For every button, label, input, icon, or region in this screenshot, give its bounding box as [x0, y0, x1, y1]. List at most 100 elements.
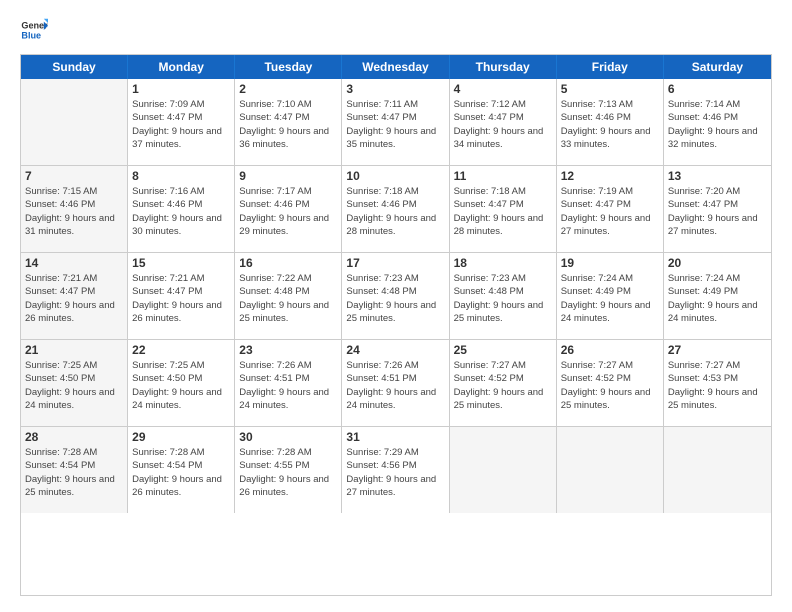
day-info: Sunrise: 7:29 AMSunset: 4:56 PMDaylight:… [346, 446, 444, 499]
day-number: 11 [454, 169, 552, 183]
day-number: 6 [668, 82, 767, 96]
day-number: 24 [346, 343, 444, 357]
day-info: Sunrise: 7:24 AMSunset: 4:49 PMDaylight:… [561, 272, 659, 325]
day-number: 1 [132, 82, 230, 96]
calendar-cell: 9Sunrise: 7:17 AMSunset: 4:46 PMDaylight… [235, 166, 342, 252]
day-info: Sunrise: 7:26 AMSunset: 4:51 PMDaylight:… [239, 359, 337, 412]
day-number: 5 [561, 82, 659, 96]
day-info: Sunrise: 7:21 AMSunset: 4:47 PMDaylight:… [132, 272, 230, 325]
day-info: Sunrise: 7:15 AMSunset: 4:46 PMDaylight:… [25, 185, 123, 238]
day-info: Sunrise: 7:27 AMSunset: 4:52 PMDaylight:… [454, 359, 552, 412]
day-info: Sunrise: 7:28 AMSunset: 4:54 PMDaylight:… [132, 446, 230, 499]
day-info: Sunrise: 7:28 AMSunset: 4:54 PMDaylight:… [25, 446, 123, 499]
calendar-cell [557, 427, 664, 513]
day-info: Sunrise: 7:18 AMSunset: 4:46 PMDaylight:… [346, 185, 444, 238]
day-number: 4 [454, 82, 552, 96]
calendar-cell: 5 Sunrise: 7:13 AMSunset: 4:46 PMDaylight… [557, 79, 664, 165]
day-number: 17 [346, 256, 444, 270]
weekday-header: Thursday [450, 55, 557, 79]
calendar-week-row: 1 Sunrise: 7:09 AMSunset: 4:47 PMDaylight… [21, 79, 771, 166]
day-info: Sunrise: 7:23 AMSunset: 4:48 PMDaylight:… [454, 272, 552, 325]
calendar-cell: 3 Sunrise: 7:11 AMSunset: 4:47 PMDaylight… [342, 79, 449, 165]
calendar-cell: 30 Sunrise: 7:28 AMSunset: 4:55 PMDayligh… [235, 427, 342, 513]
day-number: 21 [25, 343, 123, 357]
day-info: Sunrise: 7:10 AMSunset: 4:47 PMDaylight:… [239, 98, 337, 151]
calendar-header: SundayMondayTuesdayWednesdayThursdayFrid… [21, 55, 771, 79]
day-info: Sunrise: 7:13 AMSunset: 4:46 PMDaylight:… [561, 98, 659, 151]
weekday-header: Tuesday [235, 55, 342, 79]
calendar-cell: 10 Sunrise: 7:18 AMSunset: 4:46 PMDayligh… [342, 166, 449, 252]
day-number: 10 [346, 169, 444, 183]
day-number: 2 [239, 82, 337, 96]
day-info: Sunrise: 7:19 AMSunset: 4:47 PMDaylight:… [561, 185, 659, 238]
day-number: 19 [561, 256, 659, 270]
logo: General Blue [20, 16, 48, 44]
day-number: 26 [561, 343, 659, 357]
calendar-cell: 11 Sunrise: 7:18 AMSunset: 4:47 PMDayligh… [450, 166, 557, 252]
day-number: 20 [668, 256, 767, 270]
calendar-cell: 25Sunrise: 7:27 AMSunset: 4:52 PMDayligh… [450, 340, 557, 426]
day-number: 13 [668, 169, 767, 183]
calendar-cell: 18 Sunrise: 7:23 AMSunset: 4:48 PMDayligh… [450, 253, 557, 339]
day-info: Sunrise: 7:28 AMSunset: 4:55 PMDaylight:… [239, 446, 337, 499]
calendar-cell: 27Sunrise: 7:27 AMSunset: 4:53 PMDayligh… [664, 340, 771, 426]
day-info: Sunrise: 7:26 AMSunset: 4:51 PMDaylight:… [346, 359, 444, 412]
day-info: Sunrise: 7:21 AMSunset: 4:47 PMDaylight:… [25, 272, 123, 325]
day-info: Sunrise: 7:24 AMSunset: 4:49 PMDaylight:… [668, 272, 767, 325]
calendar-week-row: 14 Sunrise: 7:21 AMSunset: 4:47 PMDayligh… [21, 253, 771, 340]
calendar-cell: 21Sunrise: 7:25 AMSunset: 4:50 PMDayligh… [21, 340, 128, 426]
day-number: 29 [132, 430, 230, 444]
header: General Blue [20, 16, 772, 44]
day-info: Sunrise: 7:16 AMSunset: 4:46 PMDaylight:… [132, 185, 230, 238]
calendar-cell: 15Sunrise: 7:21 AMSunset: 4:47 PMDayligh… [128, 253, 235, 339]
calendar-cell: 16 Sunrise: 7:22 AMSunset: 4:48 PMDayligh… [235, 253, 342, 339]
calendar-cell: 1 Sunrise: 7:09 AMSunset: 4:47 PMDaylight… [128, 79, 235, 165]
day-number: 22 [132, 343, 230, 357]
calendar-body: 1 Sunrise: 7:09 AMSunset: 4:47 PMDaylight… [21, 79, 771, 513]
day-number: 18 [454, 256, 552, 270]
svg-text:Blue: Blue [21, 30, 41, 40]
calendar-week-row: 7 Sunrise: 7:15 AMSunset: 4:46 PMDaylight… [21, 166, 771, 253]
day-info: Sunrise: 7:11 AMSunset: 4:47 PMDaylight:… [346, 98, 444, 151]
calendar-cell [21, 79, 128, 165]
day-info: Sunrise: 7:17 AMSunset: 4:46 PMDaylight:… [239, 185, 337, 238]
calendar-cell: 4Sunrise: 7:12 AMSunset: 4:47 PMDaylight… [450, 79, 557, 165]
day-number: 30 [239, 430, 337, 444]
calendar-week-row: 28 Sunrise: 7:28 AMSunset: 4:54 PMDayligh… [21, 427, 771, 513]
day-number: 14 [25, 256, 123, 270]
day-info: Sunrise: 7:23 AMSunset: 4:48 PMDaylight:… [346, 272, 444, 325]
day-number: 3 [346, 82, 444, 96]
calendar-cell: 26 Sunrise: 7:27 AMSunset: 4:52 PMDayligh… [557, 340, 664, 426]
day-info: Sunrise: 7:14 AMSunset: 4:46 PMDaylight:… [668, 98, 767, 151]
day-info: Sunrise: 7:20 AMSunset: 4:47 PMDaylight:… [668, 185, 767, 238]
logo-icon: General Blue [20, 16, 48, 44]
day-number: 8 [132, 169, 230, 183]
day-number: 28 [25, 430, 123, 444]
day-info: Sunrise: 7:25 AMSunset: 4:50 PMDaylight:… [132, 359, 230, 412]
calendar-cell: 6 Sunrise: 7:14 AMSunset: 4:46 PMDaylight… [664, 79, 771, 165]
calendar-cell: 12Sunrise: 7:19 AMSunset: 4:47 PMDayligh… [557, 166, 664, 252]
day-info: Sunrise: 7:22 AMSunset: 4:48 PMDaylight:… [239, 272, 337, 325]
calendar-cell: 19 Sunrise: 7:24 AMSunset: 4:49 PMDayligh… [557, 253, 664, 339]
calendar-cell: 22 Sunrise: 7:25 AMSunset: 4:50 PMDayligh… [128, 340, 235, 426]
day-number: 16 [239, 256, 337, 270]
calendar-cell: 17 Sunrise: 7:23 AMSunset: 4:48 PMDayligh… [342, 253, 449, 339]
calendar-cell: 28 Sunrise: 7:28 AMSunset: 4:54 PMDayligh… [21, 427, 128, 513]
weekday-header: Wednesday [342, 55, 449, 79]
day-number: 7 [25, 169, 123, 183]
day-info: Sunrise: 7:27 AMSunset: 4:52 PMDaylight:… [561, 359, 659, 412]
calendar-cell: 23 Sunrise: 7:26 AMSunset: 4:51 PMDayligh… [235, 340, 342, 426]
calendar-cell: 24 Sunrise: 7:26 AMSunset: 4:51 PMDayligh… [342, 340, 449, 426]
calendar-cell: 20 Sunrise: 7:24 AMSunset: 4:49 PMDayligh… [664, 253, 771, 339]
weekday-header: Saturday [664, 55, 771, 79]
calendar-cell: 7 Sunrise: 7:15 AMSunset: 4:46 PMDaylight… [21, 166, 128, 252]
calendar-cell: 2 Sunrise: 7:10 AMSunset: 4:47 PMDaylight… [235, 79, 342, 165]
day-info: Sunrise: 7:09 AMSunset: 4:47 PMDaylight:… [132, 98, 230, 151]
calendar-cell [450, 427, 557, 513]
day-info: Sunrise: 7:18 AMSunset: 4:47 PMDaylight:… [454, 185, 552, 238]
calendar-cell: 13 Sunrise: 7:20 AMSunset: 4:47 PMDayligh… [664, 166, 771, 252]
calendar-cell: 14 Sunrise: 7:21 AMSunset: 4:47 PMDayligh… [21, 253, 128, 339]
weekday-header: Sunday [21, 55, 128, 79]
day-number: 23 [239, 343, 337, 357]
day-info: Sunrise: 7:27 AMSunset: 4:53 PMDaylight:… [668, 359, 767, 412]
